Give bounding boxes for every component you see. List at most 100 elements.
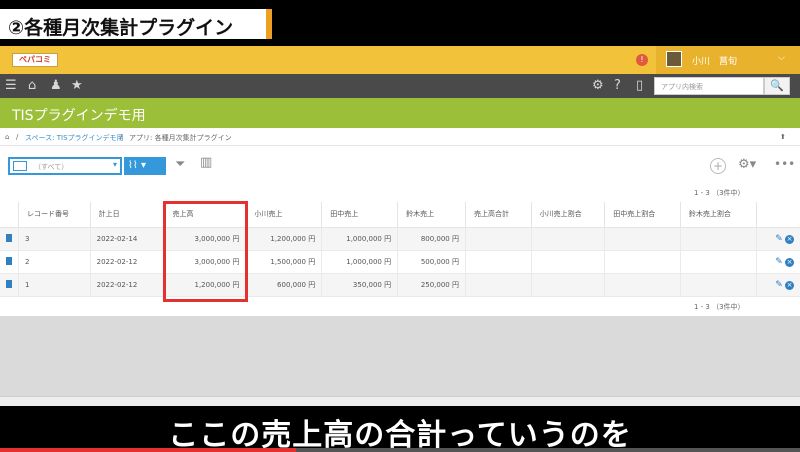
app-header: ペパコミ ! 小川 菖旬 ⌵	[0, 46, 800, 74]
empty-area	[0, 316, 800, 396]
breadcrumb: ⌂ / スペース: TISプラグインデモ用 / アプリ: 各種月次集計プラグイン…	[0, 128, 800, 146]
delete-icon[interactable]: ×	[785, 280, 794, 290]
cell-ogawa-ratio	[530, 273, 605, 297]
video-title-banner: ②各種月次集計プラグイン	[0, 0, 800, 46]
cell-suzuki-ratio	[679, 250, 756, 274]
subtitle-band: ここの売上高の合計っていうのを	[0, 406, 800, 452]
cell-ogawa-ratio	[530, 227, 605, 251]
cell-record-no: 2	[18, 250, 91, 274]
cell-tanaka: 350,000 円	[321, 273, 398, 297]
menu-icon[interactable]: ☰	[5, 78, 17, 94]
graph-view-button[interactable]: ⌇⌇ ▾	[124, 157, 166, 175]
video-progress-bar[interactable]	[0, 448, 800, 452]
edit-icon[interactable]: ✎	[775, 257, 783, 267]
cell-suzuki: 500,000 円	[397, 250, 466, 274]
user-name: 小川 菖旬	[692, 57, 738, 67]
cell-tanaka-ratio	[604, 227, 681, 251]
help-icon[interactable]: ?	[614, 78, 621, 94]
row-actions: ✎ ×	[755, 227, 800, 251]
column-header[interactable]: 計上日	[89, 202, 164, 228]
chevron-down-icon: ⌵	[778, 53, 785, 63]
record-table: レコード番号 計上日 売上高 小川売上 田中売上 鈴木売上 売上高合計 小川売上…	[0, 202, 800, 297]
cell-tanaka: 1,000,000 円	[321, 227, 398, 251]
cell-suzuki: 250,000 円	[397, 273, 466, 297]
row-actions: ✎ ×	[755, 273, 800, 297]
pin-icon[interactable]: ⬆	[780, 133, 786, 141]
breadcrumb-separator: /	[120, 133, 123, 141]
column-header	[755, 202, 800, 228]
graph-icon: ⌇⌇	[128, 160, 138, 171]
record-detail-icon[interactable]	[0, 250, 19, 274]
cell-ogawa: 1,500,000 円	[245, 250, 322, 274]
column-header[interactable]: 鈴木売上	[397, 202, 466, 228]
avatar	[666, 51, 682, 67]
cell-sales-total	[464, 273, 532, 297]
breadcrumb-space[interactable]: スペース: TISプラグインデモ用	[25, 133, 124, 143]
view-select-label: （すべて）	[34, 163, 69, 171]
horizontal-scrollbar[interactable]	[0, 396, 800, 406]
search-icon[interactable]: 🔍	[764, 77, 790, 95]
more-options-icon[interactable]: •••	[774, 157, 795, 171]
space-title-bar: TISプラグインデモ用	[0, 98, 800, 128]
column-header[interactable]: 売上高合計	[464, 202, 532, 228]
search-input[interactable]: アプリ内検索	[654, 77, 764, 95]
table-row: 2 2022-02-12 3,000,000 円 1,500,000 円 1,0…	[0, 250, 800, 274]
video-title-box: ②各種月次集計プラグイン	[0, 9, 272, 39]
settings-gear-icon[interactable]: ⚙▾	[738, 157, 756, 172]
add-record-button[interactable]: +	[710, 158, 726, 174]
space-title: TISプラグインデモ用	[12, 108, 146, 124]
filter-icon[interactable]: ⏷	[175, 157, 185, 172]
gear-icon[interactable]: ⚙	[592, 78, 604, 94]
column-header	[0, 202, 19, 228]
nav-bar: ☰ ⌂ ♟ ★ ⚙ ? ▯ アプリ内検索 🔍	[0, 74, 800, 98]
pagination-bottom: 1 - 3 （3件中）	[694, 303, 745, 311]
pagination-top: 1 - 3 （3件中）	[694, 189, 745, 197]
cell-record-no: 3	[18, 227, 91, 251]
view-select[interactable]: （すべて） ▾	[8, 157, 122, 175]
column-header[interactable]: 鈴木売上割合	[679, 202, 756, 228]
table-row: 3 2022-02-14 3,000,000 円 1,200,000 円 1,0…	[0, 227, 800, 251]
cell-suzuki-ratio	[679, 227, 756, 251]
cell-ogawa-ratio	[530, 250, 605, 274]
video-subtitle: ここの売上高の合計っていうのを	[168, 418, 632, 452]
notification-icon[interactable]: !	[636, 54, 648, 66]
breadcrumb-home-icon[interactable]: ⌂	[5, 133, 9, 141]
column-header[interactable]: レコード番号	[18, 202, 91, 228]
user-menu[interactable]: 小川 菖旬 ⌵	[656, 46, 800, 74]
main-content: ⌂ / スペース: TISプラグインデモ用 / アプリ: 各種月次集計プラグイン…	[0, 128, 800, 316]
breadcrumb-app: アプリ: 各種月次集計プラグイン	[129, 134, 232, 142]
home-icon[interactable]: ⌂	[28, 78, 36, 94]
mobile-icon[interactable]: ▯	[636, 78, 643, 94]
cell-ogawa: 600,000 円	[245, 273, 322, 297]
column-header[interactable]: 田中売上割合	[604, 202, 681, 228]
bar-chart-icon[interactable]: ▥	[200, 155, 212, 170]
video-title: ②各種月次集計プラグイン	[8, 17, 234, 39]
cell-ogawa: 1,200,000 円	[245, 227, 322, 251]
row-actions: ✎ ×	[755, 250, 800, 274]
cell-sales-total	[464, 250, 532, 274]
cell-date: 2022-02-14	[89, 227, 164, 251]
notification-bell-icon[interactable]: ♟	[50, 78, 62, 94]
cell-date: 2022-02-12	[89, 273, 164, 297]
screenshot-stage: ②各種月次集計プラグイン ペパコミ ! 小川 菖旬 ⌵ ☰ ⌂ ♟ ★ ⚙ ? …	[0, 0, 800, 452]
edit-icon[interactable]: ✎	[775, 280, 783, 290]
video-progress-fill	[0, 448, 296, 452]
table-row: 1 2022-02-12 1,200,000 円 600,000 円 350,0…	[0, 273, 800, 297]
cell-tanaka-ratio	[604, 250, 681, 274]
column-header[interactable]: 田中売上	[321, 202, 398, 228]
app-logo[interactable]: ペパコミ	[12, 53, 58, 67]
column-header[interactable]: 小川売上割合	[530, 202, 605, 228]
cell-tanaka-ratio	[604, 273, 681, 297]
chevron-down-icon: ▾	[112, 160, 117, 169]
delete-icon[interactable]: ×	[785, 257, 794, 267]
star-icon[interactable]: ★	[71, 78, 83, 94]
record-detail-icon[interactable]	[0, 227, 19, 251]
cell-suzuki-ratio	[679, 273, 756, 297]
cell-record-no: 1	[18, 273, 91, 297]
column-header[interactable]: 小川売上	[245, 202, 322, 228]
record-detail-icon[interactable]	[0, 273, 19, 297]
edit-icon[interactable]: ✎	[775, 234, 783, 244]
table-view-icon	[13, 161, 27, 171]
delete-icon[interactable]: ×	[785, 234, 794, 244]
cell-date: 2022-02-12	[89, 250, 164, 274]
